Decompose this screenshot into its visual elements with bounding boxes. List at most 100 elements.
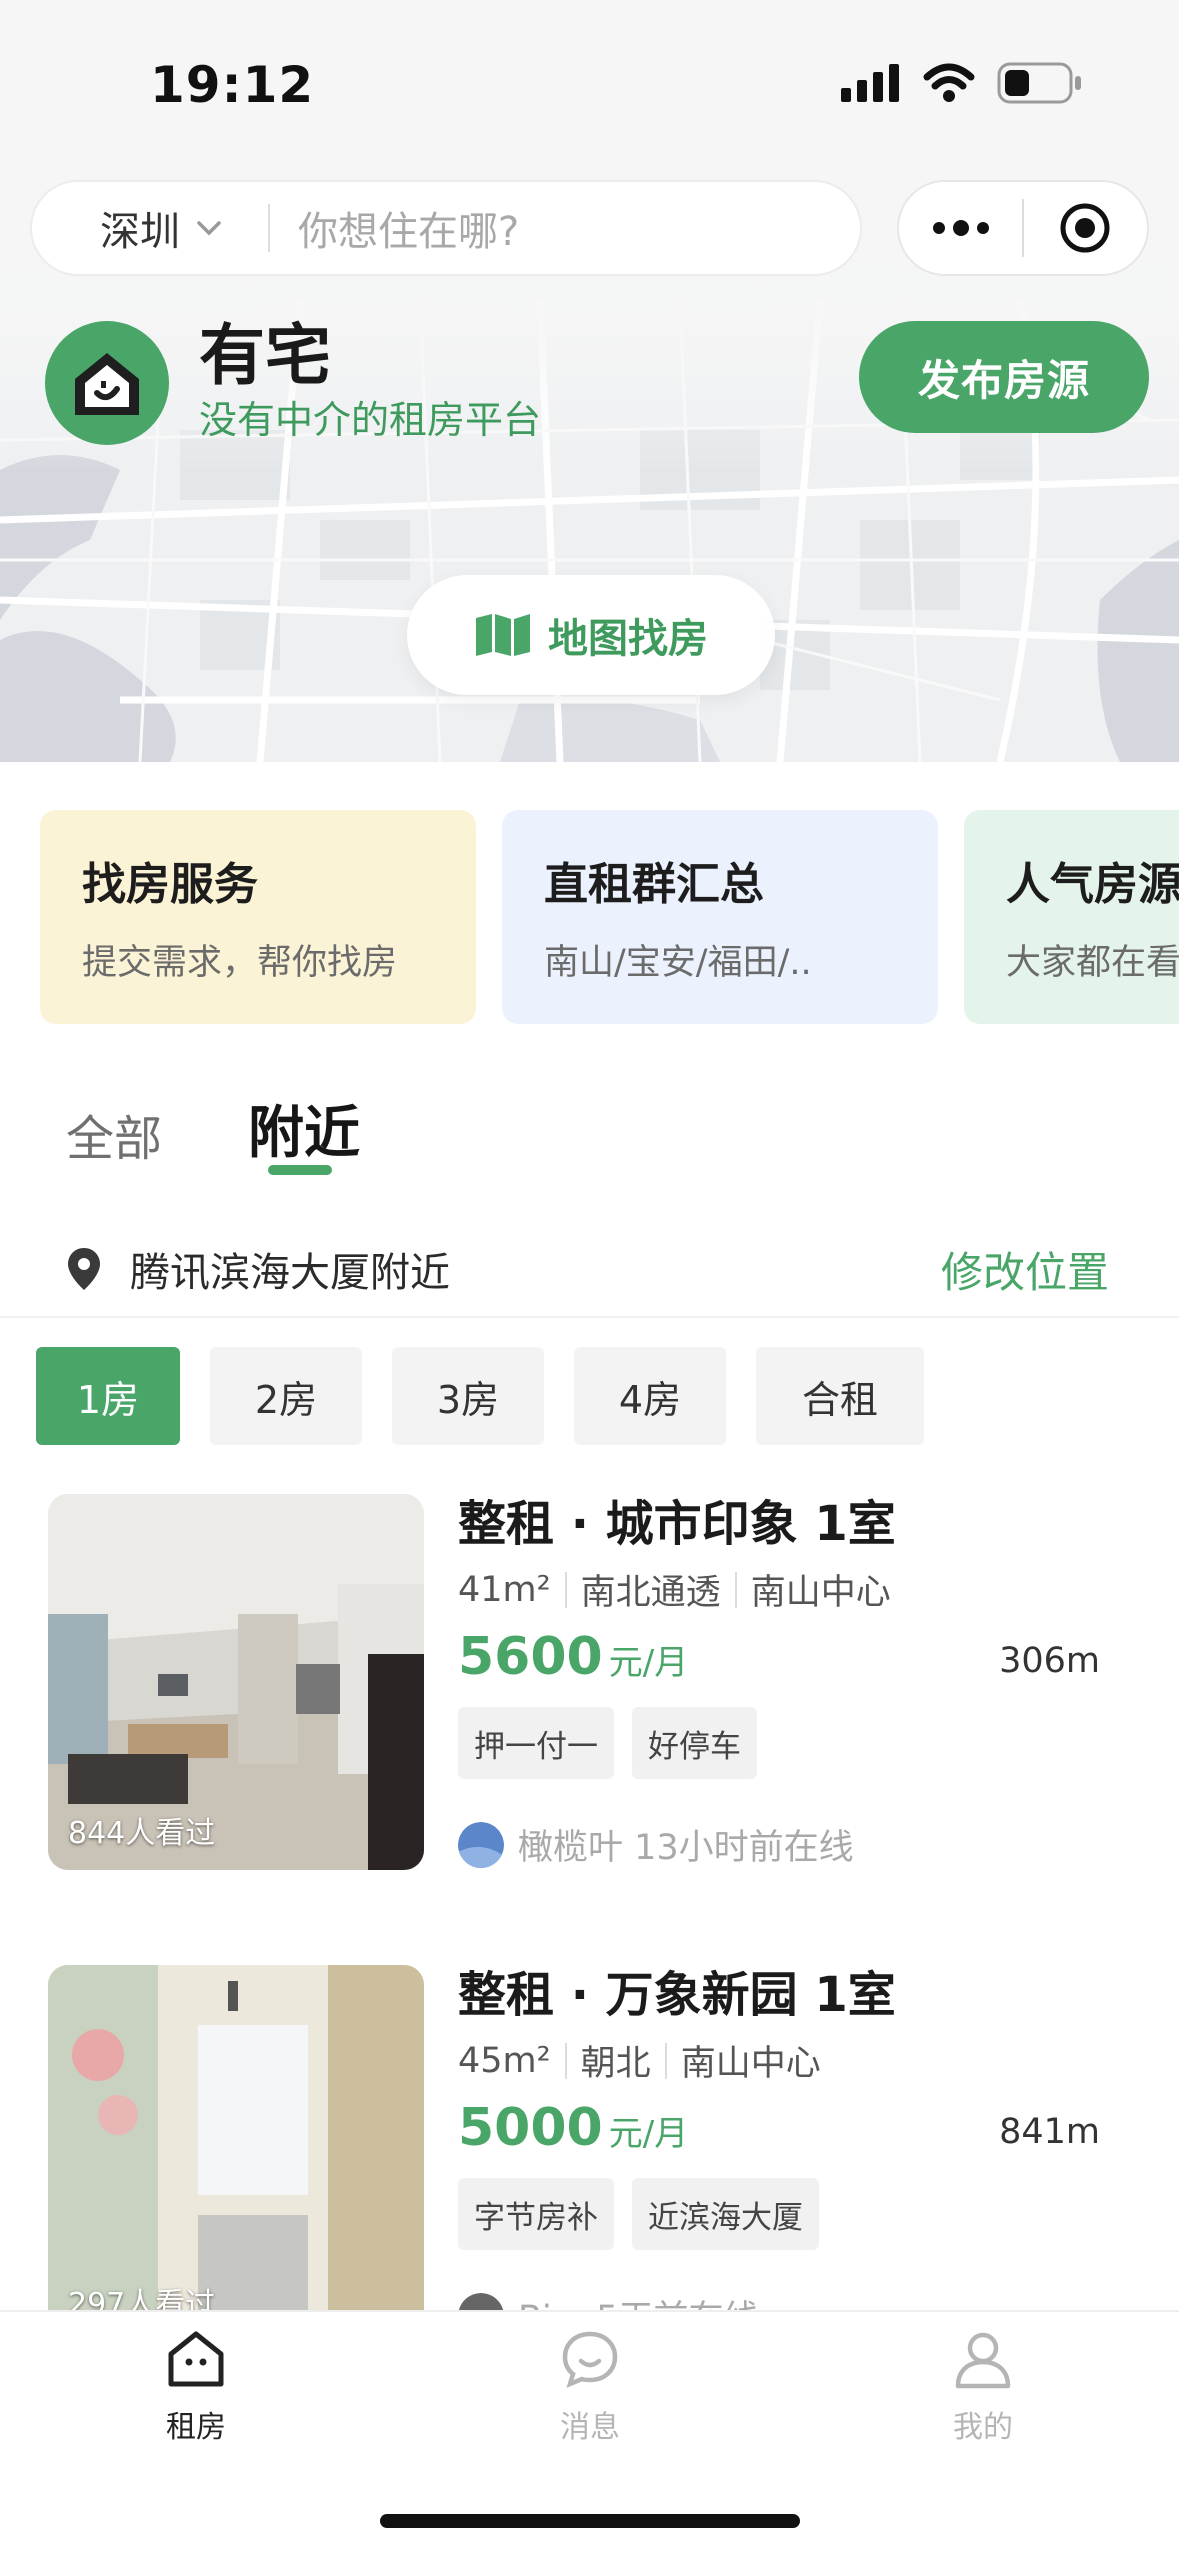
listing-photo[interactable]: 297人看过 (48, 1965, 424, 2341)
service-card-find-service[interactable]: 找房服务 提交需求，帮你找房 (40, 810, 476, 1024)
status-time: 19:12 (150, 56, 315, 114)
home-icon (168, 2331, 224, 2387)
search-bar[interactable]: 深圳 你想住在哪? (30, 180, 862, 276)
more-button[interactable] (899, 182, 1022, 274)
listing-tag: 押一付一 (458, 1707, 614, 1779)
listing-info: 整租 · 城市印象 1室 41m² 南北通透 南山中心 5600 元/月 306m… (458, 1494, 1158, 1870)
wifi-icon (923, 63, 975, 102)
tabbar-label: 我的 (953, 2410, 1013, 2445)
avatar-image (458, 1821, 504, 1868)
brand-slogan: 没有中介的租房平台 (199, 398, 542, 442)
map-icon (476, 614, 530, 656)
service-card-popular[interactable]: 人气房源 大家都在看 (964, 810, 1179, 1024)
tabbar-item-profile[interactable]: 我的 (883, 2328, 1083, 2446)
status-bar: 19:12 (0, 0, 1179, 170)
view-count: 844人看过 (68, 1816, 216, 1851)
service-card-subtitle: 大家都在看 (1006, 943, 1179, 983)
filter-chip-shared[interactable]: 合租 (756, 1347, 924, 1445)
service-card-subtitle: 提交需求，帮你找房 (82, 943, 398, 983)
close-miniprogram-button[interactable] (1024, 182, 1147, 274)
listing-district: 南山中心 (680, 2044, 821, 2084)
listing-distance: 841m (999, 2112, 1100, 2152)
listing-price: 5600 (458, 1627, 603, 1687)
chevron-down-icon (197, 221, 221, 236)
brand-text: 有宅 没有中介的租房平台 (199, 320, 541, 446)
meta-separator (564, 1571, 567, 1608)
tabbar-label: 租房 (166, 2410, 226, 2445)
listing-area: 45m² (458, 2040, 551, 2081)
listing-orientation: 朝北 (580, 2044, 651, 2084)
listing-title: 整租 · 城市印象 1室 (458, 1496, 896, 1552)
listing-tag: 好停车 (632, 1707, 757, 1779)
listing-tag: 字节房补 (458, 2178, 614, 2250)
service-card-title: 人气房源 (1006, 848, 1179, 914)
service-cards: 找房服务 提交需求，帮你找房 直租群汇总 南山/宝安/福田/.. 人气房源 大家… (40, 810, 1179, 1024)
search-input[interactable]: 你想住在哪? (270, 199, 519, 257)
app-screen: 19:12 深圳 你想住在哪? 有宅 没有中介的租房平台 发布房源 地图找房 找… (0, 0, 1179, 2556)
current-location-text: 腾讯滨海大厦附近 (130, 1250, 450, 1296)
listing-info: 整租 · 万象新园 1室 45m² 朝北 南山中心 5000 元/月 841m 字… (458, 1965, 1158, 2341)
listing-meta: 45m² 朝北 南山中心 (458, 2035, 1158, 2086)
listing-orientation: 南北通透 (580, 1573, 721, 1613)
map-search-button[interactable]: 地图找房 (407, 575, 775, 695)
edit-location-link[interactable]: 修改位置 (941, 1239, 1109, 1300)
listing-distance: 306m (999, 1641, 1100, 1681)
tabbar-label: 消息 (560, 2410, 620, 2445)
home-indicator[interactable] (380, 2514, 800, 2528)
landlord-row: 橄榄叶 13小时前在线 (458, 1819, 1158, 1870)
service-card-direct-groups[interactable]: 直租群汇总 南山/宝安/福田/.. (502, 810, 938, 1024)
listing-tabs: 全部 附近 (66, 1088, 360, 1169)
filter-chip-2-room[interactable]: 2房 (210, 1347, 362, 1445)
price-row: 5000 元/月 841m (458, 2098, 1158, 2168)
listing-district: 南山中心 (750, 1573, 891, 1613)
meta-separator (734, 1571, 737, 1608)
meta-separator (564, 2042, 567, 2079)
listing-tags: 押一付一 好停车 (458, 1707, 1158, 1779)
active-tab-indicator (268, 1165, 332, 1175)
listing-area: 41m² (458, 1569, 551, 1610)
tab-nearby[interactable]: 附近 (248, 1088, 360, 1169)
city-selector[interactable]: 深圳 (32, 199, 268, 257)
landlord-status: 橄榄叶 13小时前在线 (518, 1828, 854, 1868)
miniprogram-capsule (897, 180, 1149, 276)
city-label: 深圳 (100, 209, 180, 255)
listing-title: 整租 · 万象新园 1室 (458, 1967, 896, 2023)
tabbar-item-rent[interactable]: 租房 (96, 2328, 296, 2446)
service-card-subtitle: 南山/宝安/福田/.. (544, 943, 812, 983)
target-close-icon (1060, 203, 1110, 253)
tabbar-item-messages[interactable]: 消息 (490, 2328, 690, 2446)
listing-price: 5000 (458, 2098, 603, 2158)
house-logo-icon (75, 353, 139, 415)
publish-listing-button[interactable]: 发布房源 (859, 321, 1149, 433)
user-icon (955, 2332, 1011, 2389)
listing-card[interactable]: 844人看过 整租 · 城市印象 1室 41m² 南北通透 南山中心 5600 元… (0, 1494, 1179, 1914)
landlord-avatar (458, 1821, 504, 1868)
service-card-title-text: 人气房源 (1006, 859, 1179, 910)
listing-tag: 近滨海大厦 (632, 2178, 819, 2250)
filter-chip-4-room[interactable]: 4房 (574, 1347, 726, 1445)
signal-icon (841, 64, 899, 102)
listing-tags: 字节房补 近滨海大厦 (458, 2178, 1158, 2250)
filter-chip-3-room[interactable]: 3房 (392, 1347, 544, 1445)
meta-separator (664, 2042, 667, 2079)
price-unit: 元/月 (608, 2114, 689, 2154)
map-search-label: 地图找房 (548, 616, 708, 662)
status-icons (841, 62, 1083, 104)
service-card-title: 找房服务 (82, 848, 258, 914)
brand-block: 有宅 没有中介的租房平台 (45, 320, 541, 446)
hero-map-background: 19:12 深圳 你想住在哪? 有宅 没有中介的租房平台 发布房源 地图找房 (0, 0, 1179, 762)
location-row: 腾讯滨海大厦附近 修改位置 (0, 1222, 1179, 1318)
price-row: 5600 元/月 306m (458, 1627, 1158, 1697)
service-card-title-text: 直租群汇总 (544, 859, 764, 910)
location-pin-icon (68, 1248, 100, 1290)
battery-icon (997, 62, 1081, 104)
listing-meta: 41m² 南北通透 南山中心 (458, 1564, 1158, 1615)
room-type-filter: 1房 2房 3房 4房 合租 (36, 1347, 924, 1445)
filter-chip-1-room[interactable]: 1房 (36, 1347, 180, 1445)
price-unit: 元/月 (608, 1643, 689, 1683)
more-dots-icon (932, 220, 989, 236)
service-card-title-text: 找房服务 (82, 859, 258, 910)
tab-all[interactable]: 全部 (66, 1099, 162, 1169)
service-card-title: 直租群汇总 (544, 848, 764, 914)
listing-photo[interactable]: 844人看过 (48, 1494, 424, 1870)
